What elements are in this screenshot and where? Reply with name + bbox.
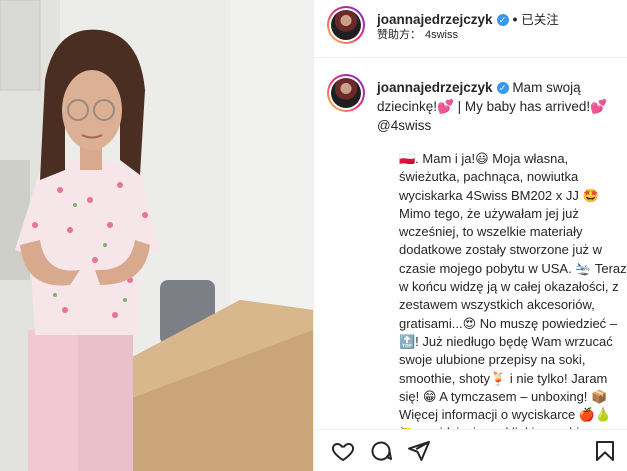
post-photo[interactable]	[0, 0, 313, 471]
sponsor-brand-link[interactable]: 4swiss	[425, 29, 458, 41]
verified-badge-icon: ✓	[496, 14, 509, 26]
comment-icon	[371, 441, 392, 461]
caption-verified-badge-icon: ✓	[496, 82, 509, 94]
caption-title: joannajedrzejczyk ✓ Mam swoją dziecinkę!💕…	[377, 78, 622, 135]
comment-button[interactable]	[368, 438, 394, 464]
caption-line: wyciskarka 4Swiss BM202 x JJ 🤩	[399, 187, 599, 203]
caption-line: Mimo tego, że używałam jej już	[399, 205, 579, 221]
caption-username[interactable]: joannajedrzejczyk	[377, 80, 493, 95]
sponsor-label: 赞助方：	[377, 29, 421, 41]
caption-line: w końcu widzę ją w całej okazałości, z	[399, 279, 619, 295]
sponsor-line: 赞助方： 4swiss	[377, 26, 458, 42]
caption-line: czasie mojego pobytu w USA. 🛬 Teraz	[399, 260, 627, 276]
caption-line: zestawem wszystkich akcesoriów,	[399, 297, 595, 313]
caption-line: 🔝! Już niedługo będę Wam wrzucać	[399, 333, 613, 349]
caption-line: świeżutka, pachnąca, nowiutka	[399, 169, 579, 185]
share-button[interactable]	[406, 438, 432, 464]
caption-line: dodatkowe zostały stworzone już w	[399, 242, 603, 258]
separator-dot: •	[512, 12, 518, 27]
caption-line: 🇵🇱. Mam i ja!😃 Moja własna,	[399, 151, 569, 166]
caption-line: Więcej informacji o wyciskarce 🍎🍐	[399, 407, 612, 423]
caption-line: smoothie, shoty🍹 i nie tylko! Jaram	[399, 370, 608, 386]
follow-status-button[interactable]: 已关注	[521, 13, 559, 27]
paper-plane-icon	[408, 441, 430, 461]
heart-icon	[331, 443, 355, 461]
caption-line: się! 😁 A tymczasem – unboxing! 📦	[399, 388, 608, 404]
caption-body: 🇵🇱. Mam i ja!😃 Moja własna, świeżutka, pa…	[399, 150, 627, 430]
author-avatar[interactable]	[327, 6, 365, 44]
caption-line: swoje ulubione przepisy na soki,	[399, 352, 586, 368]
caption-author-avatar[interactable]	[327, 74, 365, 112]
bookmark-icon	[596, 441, 614, 461]
post-side-panel: joannajedrzejczyk ✓ • 已关注 赞助方： 4swiss joanna…	[313, 0, 627, 471]
caption-line: gratisami...😍 No muszę powiedzieć –	[399, 315, 618, 331]
photo-illustration	[0, 0, 313, 471]
post-caption: joannajedrzejczyk ✓ Mam swoją dziecinkę!💕…	[314, 58, 627, 430]
save-button[interactable]	[592, 438, 618, 464]
post-action-bar	[314, 429, 627, 471]
author-username[interactable]: joannajedrzejczyk	[377, 12, 493, 27]
like-button[interactable]	[330, 438, 356, 464]
post-header: joannajedrzejczyk ✓ • 已关注 赞助方： 4swiss	[314, 0, 627, 58]
caption-line: wcześniej, to wszelkie materiały	[399, 224, 583, 240]
